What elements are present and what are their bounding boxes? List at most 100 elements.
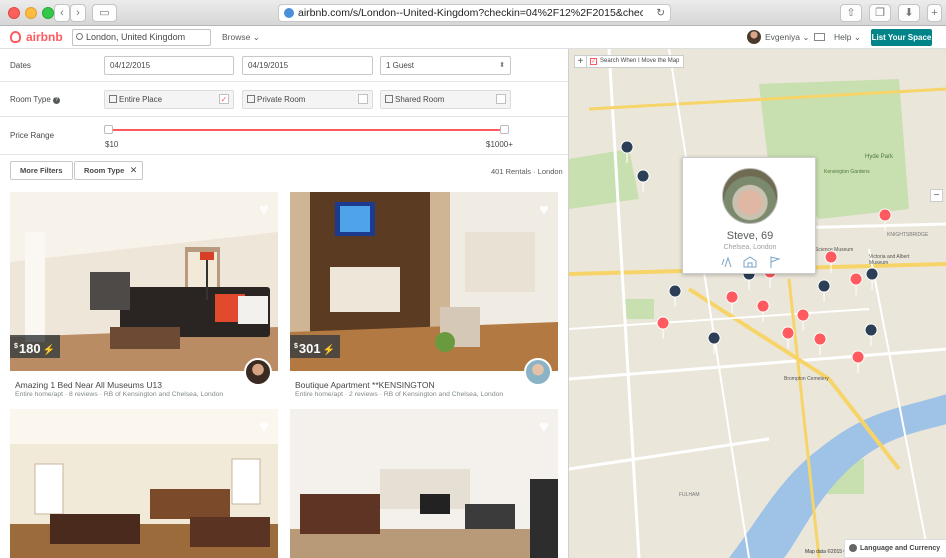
price-max-value: $1000+ [486, 140, 513, 149]
reload-icon[interactable]: ↻ [656, 5, 665, 21]
guests-value: 1 Guest [386, 61, 415, 70]
close-icon[interactable]: ✕ [130, 162, 138, 179]
price-tag: $301 ⚡ [290, 335, 341, 358]
site-globe-icon [284, 8, 294, 18]
shared-room-checkbox[interactable] [496, 94, 506, 104]
location-search-input[interactable]: London, United Kingdom [72, 29, 211, 46]
avatar [747, 30, 761, 44]
room-type-shared-room-label: Shared Room [395, 95, 445, 104]
checkin-date-input[interactable]: 04/12/2015 [104, 56, 234, 75]
price-range-label: Price Range [10, 131, 55, 140]
host-preview-popup[interactable]: Steve, 69 Chelsea, London [682, 157, 816, 274]
host-name: Steve, 69 [726, 230, 774, 242]
language-currency-button[interactable]: Language and Currency [844, 539, 946, 558]
host-photo [722, 168, 778, 224]
listing-title[interactable]: Boutique Apartment **KENSINGTON [295, 380, 435, 390]
price-value: 301 [298, 341, 321, 356]
search-when-map-moves-toggle[interactable]: ✓ Search When I Move the Map [586, 55, 685, 68]
room-type-private-room-label: Private Room [257, 95, 306, 104]
zoom-out-button[interactable]: − [930, 189, 943, 202]
divider [0, 116, 568, 117]
map-label: KNIGHTSBRIDGE [887, 232, 929, 238]
list-your-space-button[interactable]: List Your Space [871, 29, 932, 46]
tabs-overview-icon[interactable]: ❐ [869, 4, 891, 22]
wishlist-heart-icon[interactable]: ♥ [259, 200, 269, 220]
map-canvas[interactable] [569, 49, 946, 558]
private-room-checkbox[interactable] [358, 94, 368, 104]
host-avatar[interactable] [244, 358, 272, 386]
inbox-mail-icon[interactable] [814, 33, 825, 41]
listing-photo[interactable] [10, 409, 278, 558]
house-icon [109, 95, 117, 103]
listing-subtitle: Entire home/apt · 2 reviews · RB of Kens… [295, 391, 504, 398]
instant-book-bolt-icon: ⚡ [42, 345, 56, 356]
host-avatar[interactable] [524, 358, 552, 386]
wishlist-heart-icon[interactable]: ♥ [539, 417, 549, 437]
checkbox-checked-icon[interactable]: ✓ [590, 58, 597, 65]
address-bar[interactable]: airbnb.com/s/London--United-Kingdom?chec… [278, 4, 671, 22]
listing-photo-image [10, 409, 278, 558]
host-interest-icons [721, 256, 781, 268]
browser-toolbar: ‹ › ▭ airbnb.com/s/London--United-Kingdo… [0, 0, 946, 26]
price-max-handle[interactable] [500, 125, 509, 134]
downloads-icon[interactable]: ⬇ [898, 4, 920, 22]
user-name: Evgeniya [765, 32, 800, 42]
site-header: airbnb London, United Kingdom Browse ⌄ E… [0, 26, 946, 49]
back-arrow-icon[interactable]: ‹ [54, 4, 70, 22]
price-value: 180 [18, 341, 41, 356]
room-type-filter-chip[interactable]: Room Type ✕ [74, 161, 144, 180]
location-search-value: London, United Kingdom [86, 32, 186, 42]
close-window-button[interactable] [8, 7, 20, 19]
wishlist-heart-icon[interactable]: ♥ [259, 417, 269, 437]
sidebar-toggle-icon[interactable]: ▭ [92, 4, 117, 22]
entire-place-checkbox[interactable]: ✓ [219, 94, 229, 104]
help-menu[interactable]: Help ⌄ [834, 32, 861, 43]
map-label: Brompton Cemetery [784, 376, 829, 382]
listing-title[interactable]: Amazing 1 Bed Near All Museums U13 [15, 380, 162, 390]
forward-arrow-icon[interactable]: › [70, 4, 86, 22]
price-min-value: $10 [105, 140, 119, 149]
chevron-down-icon: ⌄ [252, 32, 260, 42]
room-type-shared-room[interactable]: Shared Room [380, 90, 511, 109]
price-min-handle[interactable] [104, 125, 113, 134]
info-icon: ? [53, 97, 60, 104]
wishlist-heart-icon[interactable]: ♥ [539, 200, 549, 220]
zoom-window-button[interactable] [42, 7, 54, 19]
chevron-down-icon: ⌄ [853, 32, 861, 42]
listing-photo[interactable] [290, 409, 558, 558]
house-icon [743, 256, 757, 268]
browse-label: Browse [222, 32, 251, 42]
dates-label: Dates [10, 61, 31, 70]
minimize-window-button[interactable] [25, 7, 37, 19]
footprints-icon [721, 256, 732, 268]
map-label: FULHAM [679, 492, 700, 498]
host-location: Chelsea, London [723, 244, 777, 251]
room-type-entire-place[interactable]: Entire Place ✓ [104, 90, 234, 109]
door-icon [247, 95, 255, 103]
browse-menu[interactable]: Browse ⌄ [222, 32, 260, 43]
search-results-panel: Dates 04/12/2015 04/19/2015 1 Guest ⬍ Ro… [0, 49, 568, 558]
instant-book-bolt-icon: ⚡ [322, 345, 336, 356]
flag-icon [770, 256, 781, 268]
more-filters-button[interactable]: More Filters [10, 161, 73, 180]
couch-icon [385, 95, 393, 103]
help-label: Help [834, 32, 852, 42]
select-arrows-icon: ⬍ [499, 62, 505, 69]
airbnb-logo[interactable]: airbnb [10, 30, 63, 44]
room-type-entire-place-label: Entire Place [119, 95, 163, 104]
map-panel[interactable]: KNIGHTSBRIDGE Science Museum Victoria an… [568, 49, 946, 558]
logo-text: airbnb [26, 30, 63, 44]
price-slider-track[interactable] [108, 129, 508, 131]
zoom-in-button[interactable]: + [574, 55, 587, 68]
guests-select[interactable]: 1 Guest ⬍ [380, 56, 511, 75]
room-type-label: Room Type ? [10, 95, 60, 104]
listing-photo-image [290, 409, 558, 558]
checkout-date-input[interactable]: 04/19/2015 [242, 56, 373, 75]
share-icon[interactable]: ⇧ [840, 4, 862, 22]
new-tab-icon[interactable]: + [927, 4, 942, 22]
user-menu[interactable]: Evgeniya ⌄ [747, 30, 809, 44]
globe-icon [849, 544, 857, 552]
room-type-private-room[interactable]: Private Room [242, 90, 373, 109]
map-label: Kensington Gardens [824, 169, 870, 175]
language-currency-label: Language and Currency [860, 545, 941, 552]
